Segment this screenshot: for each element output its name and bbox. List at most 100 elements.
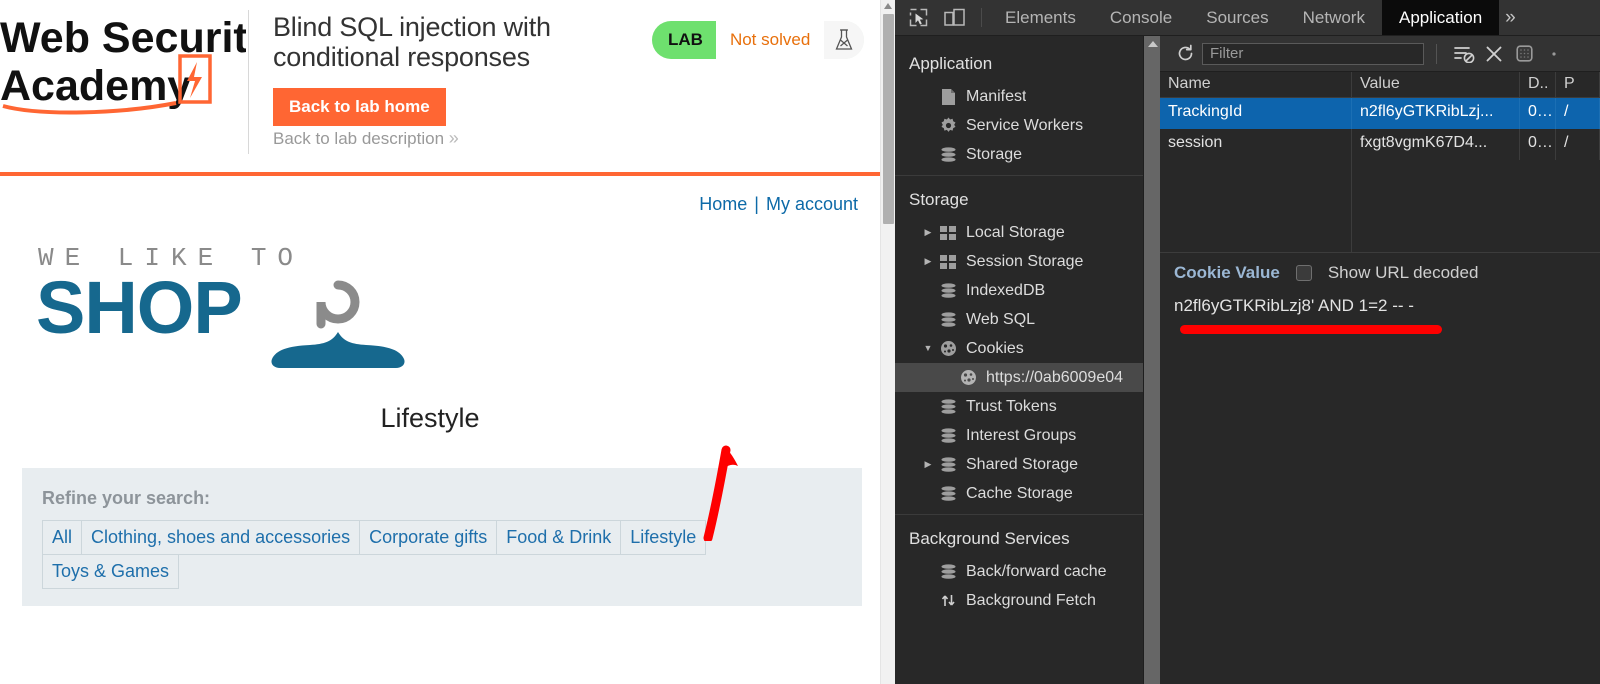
filter-input[interactable] bbox=[1202, 42, 1424, 65]
table-row[interactable]: TrackingId n2fl6yGTKRibLzj... 0... / bbox=[1160, 98, 1600, 129]
document-icon bbox=[937, 88, 959, 106]
refresh-icon[interactable] bbox=[1170, 44, 1200, 63]
red-underline-annotation bbox=[1180, 325, 1442, 334]
sidebar-label: Background Fetch bbox=[966, 591, 1096, 609]
database-icon bbox=[937, 485, 959, 502]
cell-value: fxgt8vgmK67D4... bbox=[1352, 129, 1520, 160]
filter-button-toys-games[interactable]: Toys & Games bbox=[42, 554, 180, 589]
browser-page: Web Security Academy Blind SQL injection… bbox=[0, 0, 880, 684]
twisty-collapsed-icon[interactable]: ▶ bbox=[921, 460, 935, 469]
filter-button-food-drink[interactable]: Food & Drink bbox=[496, 520, 622, 555]
lab-status-text: Not solved bbox=[715, 21, 825, 59]
column-header-path[interactable]: P bbox=[1556, 72, 1600, 97]
devtools-panel: Elements Console Sources Network Applica… bbox=[895, 0, 1600, 684]
tab-application[interactable]: Application bbox=[1381, 0, 1500, 35]
cookie-icon bbox=[937, 340, 959, 357]
clear-filtered-cookies-icon[interactable] bbox=[1449, 41, 1479, 67]
svg-text:Academy: Academy bbox=[0, 62, 191, 110]
sidebar-item-web-sql[interactable]: Web SQL bbox=[895, 305, 1143, 334]
filter-button-all[interactable]: All bbox=[42, 520, 83, 555]
sidebar-item-interest-groups[interactable]: Interest Groups bbox=[895, 421, 1143, 450]
brand-title: SHOP bbox=[36, 266, 243, 349]
sidebar-group-title-storage: Storage bbox=[909, 190, 969, 209]
database-icon bbox=[937, 456, 959, 473]
sidebar-item-storage[interactable]: Storage bbox=[895, 140, 1143, 169]
devtools-tabbar: Elements Console Sources Network Applica… bbox=[895, 0, 1600, 36]
sidebar-item-indexeddb[interactable]: IndexedDB bbox=[895, 276, 1143, 305]
clear-all-cookies-icon[interactable] bbox=[1479, 41, 1509, 67]
tab-console[interactable]: Console bbox=[1093, 0, 1189, 35]
refine-search-panel: Refine your search: All Clothing, shoes … bbox=[22, 468, 862, 606]
chevron-right-icon: » bbox=[448, 128, 459, 149]
cookie-detail-header: Cookie Value Show URL decoded bbox=[1174, 263, 1600, 283]
column-header-value[interactable]: Value bbox=[1352, 72, 1520, 97]
sidebar-label: Trust Tokens bbox=[966, 397, 1057, 415]
sidebar-label: Back/forward cache bbox=[966, 562, 1107, 580]
page-vertical-scrollbar[interactable] bbox=[880, 0, 895, 684]
database-icon bbox=[937, 563, 959, 580]
sidebar-item-cache-storage[interactable]: Cache Storage bbox=[895, 479, 1143, 508]
twisty-collapsed-icon[interactable]: ▶ bbox=[921, 257, 935, 266]
shop-brand: WE LIKE TO SHOP bbox=[22, 243, 858, 393]
filter-button-lifestyle[interactable]: Lifestyle bbox=[620, 520, 707, 555]
back-to-lab-description-label: Back to lab description bbox=[273, 129, 445, 149]
refine-search-label: Refine your search: bbox=[42, 488, 211, 508]
twisty-expanded-icon[interactable]: ▼ bbox=[921, 344, 935, 353]
filter-button-corporate-gifts[interactable]: Corporate gifts bbox=[359, 520, 498, 555]
tabbar-overflow-icon[interactable]: » bbox=[1499, 0, 1522, 35]
cell-name: session bbox=[1160, 129, 1352, 160]
sidebar-item-service-workers[interactable]: Service Workers bbox=[895, 111, 1143, 140]
sidebar-item-session-storage[interactable]: ▶ Session Storage bbox=[895, 247, 1143, 276]
table-row[interactable]: session fxgt8vgmK67D4... 0... / bbox=[1160, 129, 1600, 160]
twisty-collapsed-icon[interactable]: ▶ bbox=[921, 228, 935, 237]
lab-status-badge[interactable]: LAB Not solved bbox=[652, 21, 865, 59]
show-url-decoded-label[interactable]: Show URL decoded bbox=[1328, 263, 1479, 283]
device-toolbar-icon[interactable] bbox=[941, 6, 967, 30]
sidebar-item-local-storage[interactable]: ▶ Local Storage bbox=[895, 218, 1143, 247]
show-url-decoded-checkbox[interactable] bbox=[1295, 265, 1312, 281]
show-cookie-issues-icon[interactable] bbox=[1509, 41, 1539, 67]
table-icon bbox=[937, 254, 959, 269]
devtools-sidebar-scrollbar[interactable] bbox=[1143, 36, 1160, 684]
nav-separator: | bbox=[754, 194, 759, 214]
nav-link-home[interactable]: Home bbox=[699, 194, 747, 214]
web-security-academy-logo[interactable]: Web Security Academy bbox=[0, 4, 248, 116]
cookies-toolbar bbox=[1160, 36, 1600, 72]
shop-content: Home | My account WE LIKE TO SHOP Lifestyl… bbox=[0, 176, 880, 606]
cell-value: n2fl6yGTKRibLzj... bbox=[1352, 98, 1520, 129]
scrollbar-thumb[interactable] bbox=[883, 14, 894, 224]
back-to-lab-home-button[interactable]: Back to lab home bbox=[273, 88, 446, 127]
nav-link-my-account[interactable]: My account bbox=[766, 194, 858, 214]
cookie-icon bbox=[957, 369, 979, 386]
table-icon bbox=[937, 225, 959, 240]
sidebar-item-back-forward-cache[interactable]: Back/forward cache bbox=[895, 557, 1143, 586]
sidebar-label: Manifest bbox=[966, 87, 1027, 105]
lab-badge-tag: LAB bbox=[652, 21, 716, 59]
shop-nav: Home | My account bbox=[22, 176, 858, 215]
tab-network[interactable]: Network bbox=[1286, 0, 1382, 35]
cookies-table: Name Value D.. P TrackingId n2fl6yGTKRib… bbox=[1160, 72, 1600, 253]
sidebar-group-title-background-services: Background Services bbox=[909, 529, 1070, 548]
sidebar-item-cookies[interactable]: ▼ Cookies bbox=[895, 334, 1143, 363]
cookie-value-text[interactable]: n2fl6yGTKRibLzj8' AND 1=2 -- - bbox=[1174, 296, 1600, 316]
sidebar-item-trust-tokens[interactable]: Trust Tokens bbox=[895, 392, 1143, 421]
gear-icon bbox=[937, 117, 959, 134]
sidebar-item-manifest[interactable]: Manifest bbox=[895, 82, 1143, 111]
tab-sources[interactable]: Sources bbox=[1189, 0, 1285, 35]
column-header-name[interactable]: Name bbox=[1160, 72, 1352, 97]
sidebar-label: Service Workers bbox=[966, 116, 1084, 134]
back-to-lab-description-link[interactable]: Back to lab description » bbox=[273, 128, 880, 149]
toolbar-extra-icon[interactable] bbox=[1539, 41, 1569, 67]
inspect-element-icon[interactable] bbox=[905, 6, 931, 30]
sidebar-item-cookie-origin[interactable]: https://0ab6009e04 bbox=[895, 363, 1143, 392]
sidebar-label: Web SQL bbox=[966, 310, 1036, 328]
sidebar-item-background-fetch[interactable]: Background Fetch bbox=[895, 586, 1143, 615]
cookie-value-detail: Cookie Value Show URL decoded n2fl6yGTKR… bbox=[1160, 253, 1600, 684]
tab-elements[interactable]: Elements bbox=[988, 0, 1093, 35]
column-header-domain[interactable]: D.. bbox=[1520, 72, 1556, 97]
sidebar-item-shared-storage[interactable]: ▶ Shared Storage bbox=[895, 450, 1143, 479]
filter-button-clothing[interactable]: Clothing, shoes and accessories bbox=[81, 520, 361, 555]
scroll-up-arrow-icon[interactable] bbox=[1148, 41, 1158, 47]
sidebar-divider bbox=[895, 514, 1143, 515]
scroll-up-arrow-icon[interactable] bbox=[884, 3, 892, 9]
